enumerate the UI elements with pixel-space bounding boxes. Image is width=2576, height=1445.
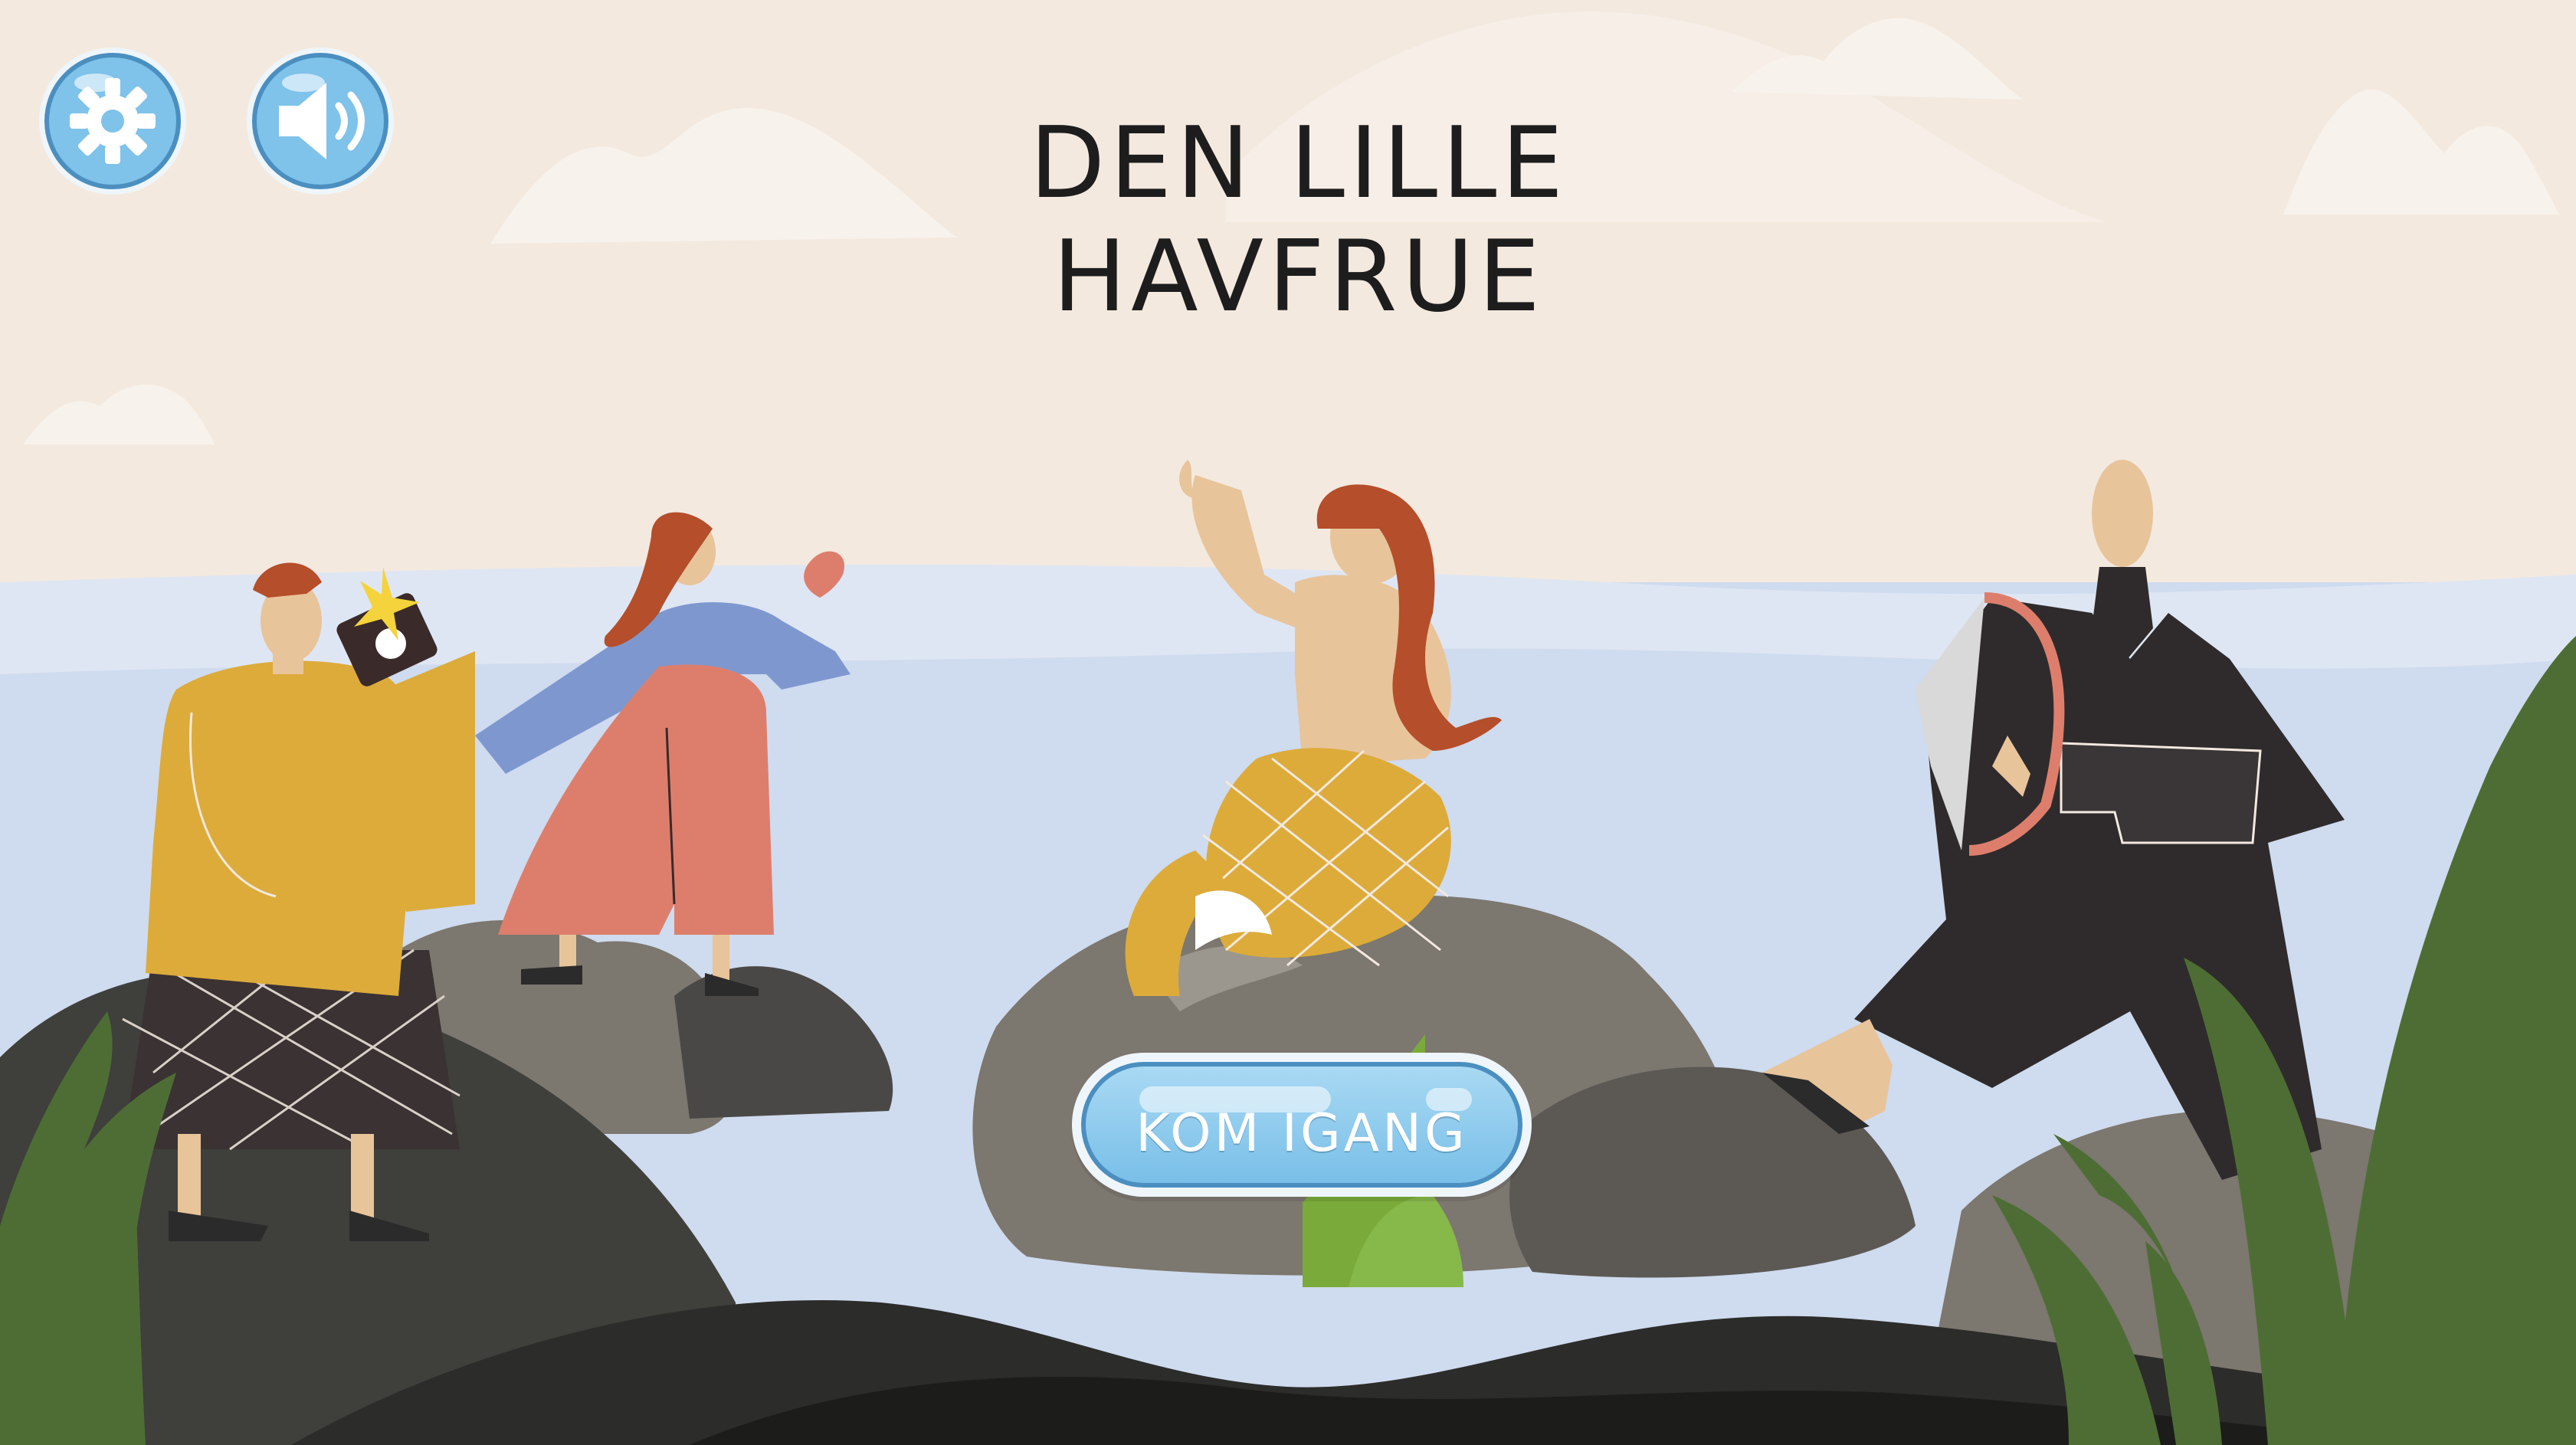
title-line-1: DEN LILLE [1029, 106, 1568, 221]
sound-button[interactable] [244, 44, 397, 198]
speaker-icon [247, 48, 394, 195]
settings-button[interactable] [36, 44, 189, 198]
title-line-2: HAVFRUE [1052, 220, 1545, 334]
start-button[interactable]: KOM IGANG [1072, 1053, 1532, 1197]
start-button-body[interactable]: KOM IGANG [1081, 1062, 1522, 1188]
gear-icon [39, 48, 186, 195]
start-button-label: KOM IGANG [1136, 1103, 1468, 1164]
game-title: DEN LILLE HAVFRUE [766, 107, 1831, 334]
